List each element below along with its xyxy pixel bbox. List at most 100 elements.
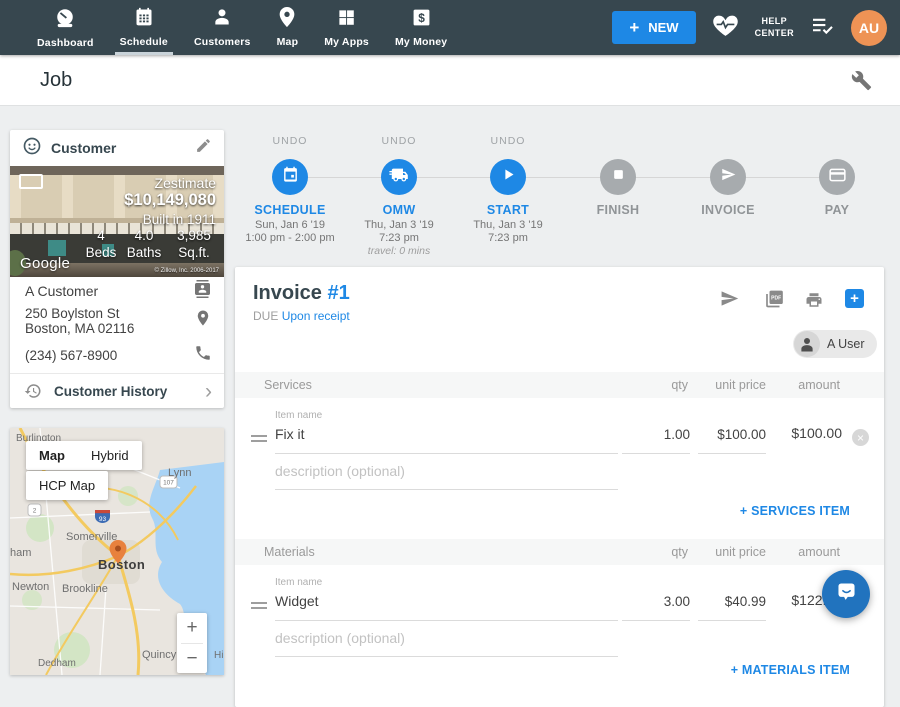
invoice-number: #1 [327,282,349,304]
svg-text:93: 93 [99,516,107,523]
step-label[interactable]: START [452,203,564,217]
undo-link[interactable]: UNDO [234,135,346,147]
service-description-input[interactable]: description (optional) [275,463,405,479]
nav-item-customers[interactable]: Customers [181,0,264,55]
due-value-link[interactable]: Upon receipt [282,309,350,323]
customer-name: A Customer [25,283,98,299]
step-label[interactable]: OMW [343,203,455,217]
assignee-pill[interactable]: A User [793,330,877,358]
map-tab-map[interactable]: Map [26,441,78,470]
step-travel: travel: 0 mins [343,245,455,257]
nav-item-label: My Apps [324,36,369,48]
step-label[interactable]: PAY [781,203,893,217]
workflow-step-invoice: INVOICE [672,130,784,262]
nav-item-schedule[interactable]: Schedule [107,0,181,55]
new-button[interactable]: + NEW [612,11,695,44]
drag-handle-icon[interactable] [251,430,267,448]
customer-phone: (234) 567-8900 [25,348,117,363]
services-header-band: Services qty unit price amount [235,372,884,398]
nav-item-map[interactable]: Map [264,0,312,55]
baths-value: 4.0 [122,228,166,243]
qty-column-header: qty [671,545,688,559]
step-label[interactable]: INVOICE [672,203,784,217]
send-icon-circle[interactable] [710,159,746,195]
map-label-quincy: Quincy [142,649,177,661]
property-stats-labels: Beds Baths Sq.ft. [84,245,218,260]
delete-service-item-button[interactable]: × [852,429,869,446]
undo-link[interactable]: UNDO [452,135,564,147]
help-center-link[interactable]: HELP CENTER [755,16,794,39]
due-label: DUE [253,309,278,323]
customer-history-row[interactable]: Customer History › [10,374,224,408]
add-invoice-item-button[interactable]: + [845,289,864,308]
material-unit-price-input[interactable]: $40.99 [698,594,766,609]
map-type-tabs: Map Hybrid [26,441,142,470]
drag-handle-icon[interactable] [251,597,267,615]
apps-grid-icon [337,8,356,32]
service-qty-input[interactable]: 1.00 [630,427,690,442]
print-icon[interactable] [804,291,824,314]
service-item-name-input[interactable]: Fix it [275,426,305,442]
step-label[interactable]: SCHEDULE [234,203,346,217]
step-label[interactable]: FINISH [562,203,674,217]
finish-step-button[interactable] [600,159,636,195]
pdf-icon[interactable]: PDF [764,289,785,314]
zoom-in-button[interactable]: + [177,613,207,643]
zoom-out-button[interactable]: − [177,644,207,674]
start-step-button[interactable] [490,159,526,195]
schedule-step-button[interactable] [272,159,308,195]
nav-item-my-apps[interactable]: My Apps [311,0,382,55]
unit-price-column-header: unit price [715,545,766,559]
workflow-step-pay: PAY [781,130,893,262]
invoice-title: Invoice #1 [253,282,350,305]
amount-column-header: amount [798,378,840,392]
map-pin-icon [279,7,295,32]
history-icon [24,382,42,405]
nav-item-label: Schedule [120,36,168,48]
contact-card-icon[interactable] [193,280,212,303]
add-services-item-link[interactable]: + SERVICES ITEM [740,504,850,518]
location-pin-icon[interactable] [194,309,212,332]
baths-label: Baths [122,245,166,260]
map-tab-hcp[interactable]: HCP Map [26,471,108,500]
service-unit-price-input[interactable]: $100.00 [698,427,766,442]
nav-item-dashboard[interactable]: Dashboard [24,0,107,55]
edit-pencil-icon[interactable] [195,137,212,159]
new-button-label: NEW [648,20,678,35]
map-tab-hybrid[interactable]: Hybrid [78,441,142,470]
chat-launcher-button[interactable] [822,570,870,618]
workflow-step-schedule: UNDO SCHEDULE Sun, Jan 6 '19 1:00 pm - 2… [234,130,346,262]
map-label-lynn: Lynn [168,467,191,479]
job-workflow: UNDO SCHEDULE Sun, Jan 6 '19 1:00 pm - 2… [240,130,895,262]
undo-link[interactable]: UNDO [343,135,455,147]
invoice-title-text: Invoice [253,282,322,304]
send-invoice-icon[interactable] [718,289,741,313]
user-avatar[interactable]: AU [851,10,887,46]
credit-card-icon-circle[interactable] [819,159,855,195]
sqft-value: 3,985 [170,228,218,243]
beds-label: Beds [84,245,118,260]
play-icon [501,167,516,187]
route-shield-93: 93 [95,510,110,523]
material-item-name-input[interactable]: Widget [275,593,319,609]
health-heart-icon[interactable] [713,14,738,42]
calendar-icon [134,7,154,32]
job-settings-icon[interactable] [851,70,872,96]
address-line1: 250 Boylston St [25,306,134,321]
omw-step-button[interactable] [381,159,417,195]
nav-item-my-money[interactable]: $ My Money [382,0,460,55]
material-description-input[interactable]: description (optional) [275,630,405,646]
plus-icon: + [629,18,639,38]
map-label-boston: Boston [98,557,145,572]
calendar-icon [282,166,299,188]
material-qty-input[interactable]: 3.00 [630,594,690,609]
person-icon [212,7,232,32]
qty-column-header: qty [671,378,688,392]
nav-item-label: My Money [395,36,447,48]
map-label-dedham: Dedham [38,658,76,669]
phone-icon[interactable] [194,344,212,367]
truck-icon [389,167,409,188]
materials-header: Materials [264,545,315,559]
checklist-icon[interactable] [811,16,834,40]
service-amount: $100.00 [772,425,842,441]
